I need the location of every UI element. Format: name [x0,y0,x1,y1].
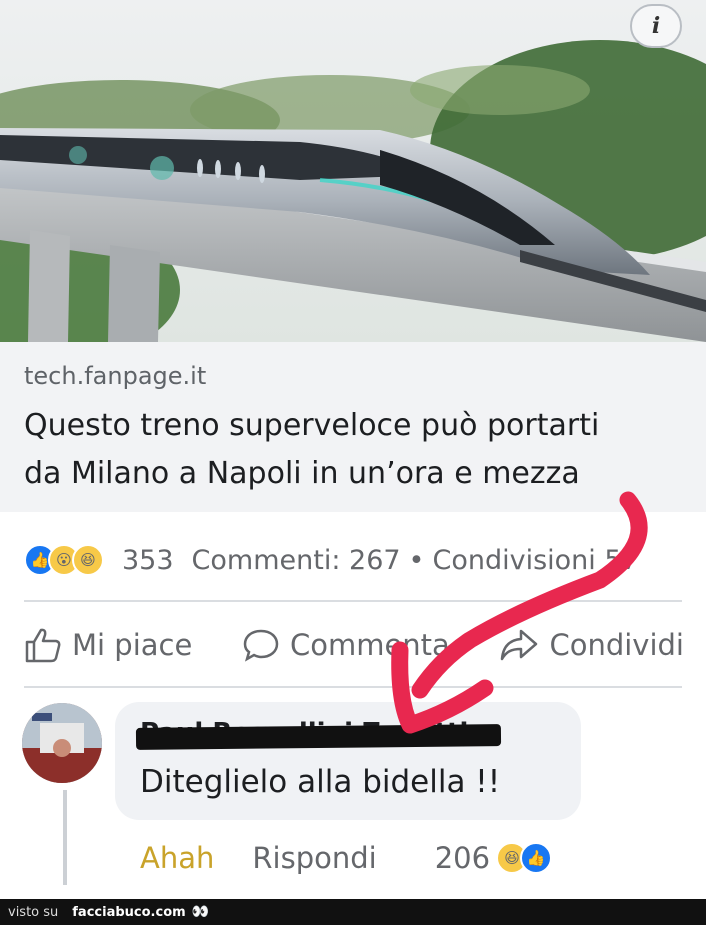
comment-count[interactable]: Commenti: 267 [192,545,401,576]
haha-reaction-icon: 😆 [72,544,104,576]
footer-visto-su: visto su [8,904,59,920]
eyes-icon: 👀 [191,904,210,920]
comment-reaction-count: 206 [434,841,491,875]
reaction-icons[interactable]: 👍 😮 😆 [24,544,104,576]
comment-reaction-summary[interactable]: 206 😆 👍 [434,841,553,875]
avatar-photo [22,703,102,783]
thread-line [63,790,67,885]
ahah-reaction-link[interactable]: Ahah [140,841,214,875]
comment-actions: Ahah Rispondi 206 😆 👍 [140,838,600,878]
comment-text: Diteglielo alla bidella !! [140,764,501,800]
watermark-footer: visto su facciabuco.com 👀 [0,899,706,925]
reply-link[interactable]: Rispondi [252,841,376,875]
article-image-train[interactable]: i [0,0,706,342]
headline-line-2: da Milano a Napoli in un’ora e mezza [24,456,580,491]
post-stats: 👍 😮 😆 353 Commenti: 267 • Condivisioni 5… [24,538,694,582]
info-icon: i [651,13,661,39]
author-redaction-scribble [135,724,502,750]
commenter-avatar[interactable] [22,703,102,783]
comment-button[interactable]: Commenta [242,627,450,663]
comment-label: Commenta [289,628,450,662]
reaction-count[interactable]: 353 [122,545,174,576]
post-actions: Mi piace Commenta Condividi [24,616,684,674]
comment-bubble-icon [243,629,279,662]
train-illustration [0,0,706,342]
info-button[interactable]: i [630,4,682,48]
like-label: Mi piace [72,628,193,662]
link-domain: tech.fanpage.it [24,362,207,390]
thumbs-up-icon [25,628,61,663]
divider [24,686,682,688]
link-headline[interactable]: Questo treno superveloce può portarti da … [24,402,684,498]
divider [24,600,682,602]
share-arrow-icon [501,629,538,661]
like-button[interactable]: Mi piace [24,627,192,663]
share-label: Condividi [549,628,684,662]
stats-separator: • [408,544,425,576]
like-reaction-icon: 👍 [520,842,553,874]
footer-site[interactable]: facciabuco.com [72,905,185,920]
share-count[interactable]: Condivisioni 57 [432,545,638,576]
headline-line-1: Questo treno superveloce può portarti [24,408,600,443]
share-button[interactable]: Condividi [499,627,684,663]
